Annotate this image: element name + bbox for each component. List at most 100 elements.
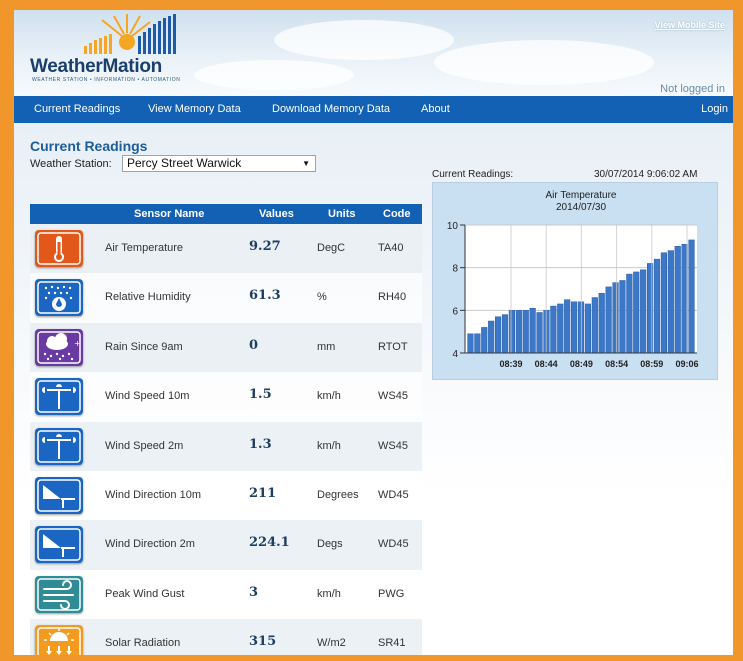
bar <box>633 271 640 354</box>
view-mobile-site-link[interactable]: View Mobile Site <box>655 20 725 30</box>
thermometer-icon <box>35 230 83 267</box>
sensor-name: Wind Direction 2m <box>105 538 195 551</box>
wind-gust-icon <box>35 575 83 613</box>
bar <box>619 280 626 354</box>
chart-title: Air Temperature <box>546 190 617 201</box>
bar <box>501 314 509 354</box>
sensor-units: km/h <box>317 439 341 452</box>
chart-panel-label: Current Readings: <box>432 169 514 180</box>
humidity-icon <box>35 279 83 317</box>
bar <box>564 299 571 354</box>
main-content: Current Readings Weather Station: Percy … <box>14 123 733 655</box>
wind-vane-icon <box>35 526 83 564</box>
header-sensor-name: Sensor Name <box>134 208 205 220</box>
table-row[interactable]: Wind Direction 2m 224.1 Degs WD45 <box>30 520 422 570</box>
sensor-code: PWG <box>378 587 405 600</box>
sensor-name: Peak Wind Gust <box>105 587 185 600</box>
sensor-code: WD45 <box>378 538 409 551</box>
sensor-name: Wind Speed 2m <box>105 439 184 452</box>
bar <box>591 297 598 354</box>
sensor-units: km/h <box>317 390 341 403</box>
logo-tagline: WEATHER STATION • INFORMATION • AUTOMATI… <box>32 77 181 83</box>
header-cloud <box>434 40 654 85</box>
bar <box>660 252 667 354</box>
nav-download-memory-data[interactable]: Download Memory Data <box>272 103 390 115</box>
table-row[interactable]: Solar Radiation 315 W/m2 SR41 <box>30 619 422 655</box>
bar <box>674 246 681 354</box>
sensor-name: Air Temperature <box>105 242 184 254</box>
x-tick-label: 08:44 <box>535 359 558 369</box>
bar <box>488 320 495 354</box>
table-row[interactable]: Relative Humidity 61.3 % RH40 <box>30 273 422 323</box>
bar <box>688 239 695 354</box>
sensor-code: TA40 <box>378 242 404 254</box>
sensor-code: RH40 <box>378 291 407 304</box>
sensor-units: Degs <box>317 538 343 551</box>
chart-svg: Air Temperature2014/07/30 4 6 8 10 08:39 08:44… <box>447 190 699 369</box>
sensor-value: 3 <box>249 584 259 600</box>
nav-view-memory-data[interactable]: View Memory Data <box>148 103 241 115</box>
bar <box>550 305 557 354</box>
bar <box>626 273 633 354</box>
y-tick-label: 4 <box>452 349 458 360</box>
sensor-units: DegC <box>317 242 346 254</box>
sensor-name: Wind Speed 10m <box>105 390 190 403</box>
x-tick-label: 08:49 <box>570 359 593 369</box>
wind-vane-icon <box>35 476 83 514</box>
bar <box>557 303 564 354</box>
station-select[interactable]: Percy Street Warwick ▼ <box>122 155 316 172</box>
sensor-name: Wind Direction 10m <box>105 488 201 501</box>
chart-timestamp: 30/07/2014 9:06:02 AM <box>594 169 698 180</box>
chart-subtitle: 2014/07/30 <box>556 202 606 213</box>
bar <box>605 286 612 354</box>
bar <box>495 316 502 354</box>
nav-about[interactable]: About <box>421 103 450 115</box>
bar <box>508 310 515 354</box>
bar <box>584 303 591 354</box>
sensor-name: Solar Radiation <box>105 637 181 650</box>
table-row[interactable]: Air Temperature 9.27 DegC TA40 <box>30 224 422 274</box>
sensor-value: 9.27 <box>249 239 281 254</box>
chevron-down-icon: ▼ <box>302 159 310 168</box>
bar <box>481 327 488 354</box>
sensor-units: W/m2 <box>317 637 346 650</box>
nav-login[interactable]: Login <box>701 103 728 115</box>
sensor-units: mm <box>317 340 336 353</box>
sensor-code: WS45 <box>378 439 408 452</box>
sensor-value: 224.1 <box>249 535 290 551</box>
sensor-code: SR41 <box>378 637 406 650</box>
sensor-name: Rain Since 9am <box>105 340 183 353</box>
bar <box>522 310 529 354</box>
bar <box>612 282 619 354</box>
sensor-units: km/h <box>317 587 341 600</box>
sensor-name: Relative Humidity <box>105 291 191 304</box>
header-values: Values <box>259 208 294 220</box>
weathermation-logo[interactable]: WeatherMation WEATHER STATION • INFORMAT… <box>30 14 190 86</box>
bar <box>467 333 474 354</box>
bar <box>653 258 661 354</box>
x-tick-label: 08:59 <box>640 359 663 369</box>
table-row[interactable]: Peak Wind Gust 3 km/h PWG <box>30 569 422 620</box>
table-row[interactable]: Wind Direction 10m 211 Degrees WD45 <box>30 470 422 521</box>
nav-current-readings[interactable]: Current Readings <box>34 103 120 115</box>
table-row[interactable]: Wind Speed 10m 1.5 km/h WS45 <box>30 372 422 422</box>
header-units: Units <box>328 208 356 220</box>
header-cloud <box>194 60 354 90</box>
sensor-code: WD45 <box>378 488 409 501</box>
y-tick-label: 6 <box>452 306 458 317</box>
bar <box>640 269 647 354</box>
sensor-value: 1.3 <box>249 436 272 452</box>
header-cloud <box>274 20 454 60</box>
table-row[interactable]: Wind Speed 2m 1.3 km/h WS45 <box>30 421 422 471</box>
bar <box>667 250 674 354</box>
x-tick-label: 09:06 <box>675 359 698 369</box>
y-tick-label: 8 <box>452 264 458 275</box>
bar <box>515 310 522 354</box>
bar <box>571 301 578 354</box>
bar <box>474 333 481 354</box>
sensor-value: 315 <box>249 634 277 650</box>
sun-icon <box>35 625 83 655</box>
table-row[interactable]: + Rain Since 9am 0 mm RTOT <box>30 322 422 373</box>
sensor-value: 0 <box>249 337 259 353</box>
main-nav: Current Readings View Memory Data Downlo… <box>14 96 733 123</box>
